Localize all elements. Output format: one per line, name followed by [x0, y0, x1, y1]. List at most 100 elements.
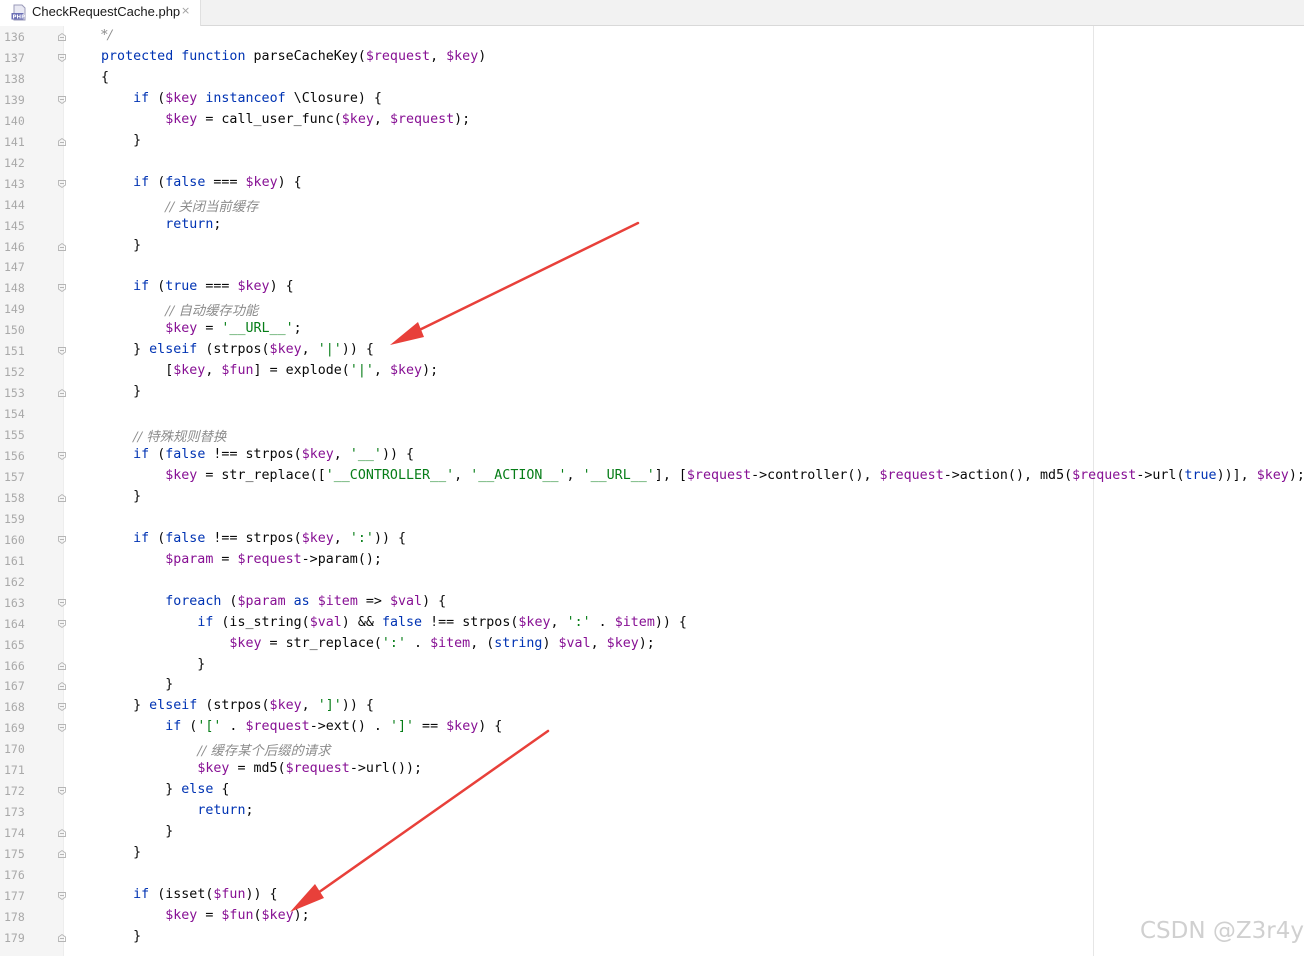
code-text[interactable]: } elseif (strpos($key, ']')) { — [101, 698, 374, 713]
code-text[interactable]: if ('[' . $request->ext() . ']' == $key)… — [101, 719, 502, 734]
code-text[interactable]: $key = str_replace(['__CONTROLLER__', '_… — [101, 468, 1304, 483]
code-text[interactable]: return; — [101, 217, 221, 232]
code-text[interactable]: return; — [101, 803, 254, 818]
code-line-169[interactable]: 169 if ('[' . $request->ext() . ']' == $… — [0, 718, 1304, 739]
fold-end-icon[interactable] — [57, 32, 67, 42]
fold-end-icon[interactable] — [57, 933, 67, 943]
code-text[interactable]: $key = $fun($key); — [101, 908, 310, 923]
code-line-172[interactable]: 172 } else { — [0, 781, 1304, 802]
code-text[interactable]: $param = $request->param(); — [101, 552, 382, 567]
code-line-151[interactable]: 151 } elseif (strpos($key, '|')) { — [0, 341, 1304, 362]
code-line-168[interactable]: 168 } elseif (strpos($key, ']')) { — [0, 697, 1304, 718]
fold-start-icon[interactable] — [57, 619, 67, 629]
fold-end-icon[interactable] — [57, 493, 67, 503]
code-line-159[interactable]: 159 — [0, 509, 1304, 530]
code-line-177[interactable]: 177 if (isset($fun)) { — [0, 886, 1304, 907]
code-line-157[interactable]: 157 $key = str_replace(['__CONTROLLER__'… — [0, 467, 1304, 488]
code-text[interactable]: if (false !== strpos($key, '__')) { — [101, 447, 414, 462]
fold-start-icon[interactable] — [57, 346, 67, 356]
code-text[interactable]: if (true === $key) { — [101, 279, 294, 294]
code-text[interactable]: } — [101, 657, 205, 672]
code-line-160[interactable]: 160 if (false !== strpos($key, ':')) { — [0, 530, 1304, 551]
fold-end-icon[interactable] — [57, 661, 67, 671]
code-line-171[interactable]: 171 $key = md5($request->url()); — [0, 760, 1304, 781]
code-text[interactable]: $key = str_replace(':' . $item, (string)… — [101, 636, 655, 651]
code-text[interactable]: if (false !== strpos($key, ':')) { — [101, 531, 406, 546]
fold-start-icon[interactable] — [57, 702, 67, 712]
code-line-141[interactable]: 141 } — [0, 132, 1304, 153]
code-line-164[interactable]: 164 if (is_string($val) && false !== str… — [0, 614, 1304, 635]
fold-end-icon[interactable] — [57, 849, 67, 859]
code-text[interactable]: } — [101, 238, 141, 253]
code-line-154[interactable]: 154 — [0, 404, 1304, 425]
code-line-161[interactable]: 161 $param = $request->param(); — [0, 551, 1304, 572]
fold-end-icon[interactable] — [57, 137, 67, 147]
code-line-137[interactable]: 137 protected function parseCacheKey($req… — [0, 48, 1304, 69]
code-text[interactable]: // 关闭当前缓存 — [101, 196, 258, 215]
close-icon[interactable]: × — [181, 4, 190, 17]
code-line-163[interactable]: 163 foreach ($param as $item => $val) { — [0, 593, 1304, 614]
fold-end-icon[interactable] — [57, 828, 67, 838]
code-line-175[interactable]: 175 } — [0, 844, 1304, 865]
code-text[interactable]: } — [101, 845, 141, 860]
code-text[interactable]: } else { — [101, 782, 229, 797]
fold-start-icon[interactable] — [57, 723, 67, 733]
code-line-140[interactable]: 140 $key = call_user_func($key, $request… — [0, 111, 1304, 132]
code-line-156[interactable]: 156 if (false !== strpos($key, '__')) { — [0, 446, 1304, 467]
code-line-174[interactable]: 174 } — [0, 823, 1304, 844]
fold-end-icon[interactable] — [57, 242, 67, 252]
code-text[interactable]: if (false === $key) { — [101, 175, 302, 190]
code-line-165[interactable]: 165 $key = str_replace(':' . $item, (str… — [0, 635, 1304, 656]
code-text[interactable]: foreach ($param as $item => $val) { — [101, 594, 446, 609]
code-line-167[interactable]: 167 } — [0, 676, 1304, 697]
code-text[interactable]: } — [101, 133, 141, 148]
code-text[interactable]: */ — [101, 28, 112, 43]
code-text[interactable]: [$key, $fun] = explode('|', $key); — [101, 363, 438, 378]
fold-start-icon[interactable] — [57, 786, 67, 796]
code-text[interactable]: { — [101, 70, 109, 85]
code-line-145[interactable]: 145 return; — [0, 216, 1304, 237]
tab-checkrequestcache[interactable]: PHP CheckRequestCache.php × — [0, 0, 201, 26]
code-text[interactable]: // 特殊规则替换 — [101, 426, 226, 445]
code-line-173[interactable]: 173 return; — [0, 802, 1304, 823]
code-text[interactable]: $key = md5($request->url()); — [101, 761, 422, 776]
code-line-152[interactable]: 152 [$key, $fun] = explode('|', $key); — [0, 362, 1304, 383]
code-line-143[interactable]: 143 if (false === $key) { — [0, 174, 1304, 195]
code-text[interactable]: if (isset($fun)) { — [101, 887, 278, 902]
code-line-170[interactable]: 170 // 缓存某个后缀的请求 — [0, 739, 1304, 760]
code-text[interactable]: if (is_string($val) && false !== strpos(… — [101, 615, 687, 630]
code-line-138[interactable]: 138 { — [0, 69, 1304, 90]
code-text[interactable]: $key = '__URL__'; — [101, 321, 302, 336]
code-text[interactable]: if ($key instanceof \Closure) { — [101, 91, 382, 106]
code-text[interactable]: } — [101, 384, 141, 399]
fold-start-icon[interactable] — [57, 891, 67, 901]
code-editor[interactable]: 136 */ 137 protected function parseCacheKey… — [0, 26, 1304, 956]
code-line-149[interactable]: 149 // 自动缓存功能 — [0, 299, 1304, 320]
code-text[interactable]: protected function parseCacheKey($reques… — [101, 49, 486, 64]
code-line-142[interactable]: 142 — [0, 153, 1304, 174]
code-line-162[interactable]: 162 — [0, 572, 1304, 593]
code-text[interactable]: } — [101, 929, 141, 944]
code-text[interactable]: } — [101, 824, 173, 839]
code-line-178[interactable]: 178 $key = $fun($key); — [0, 907, 1304, 928]
code-text[interactable]: } — [101, 489, 141, 504]
fold-start-icon[interactable] — [57, 95, 67, 105]
code-line-150[interactable]: 150 $key = '__URL__'; — [0, 320, 1304, 341]
fold-start-icon[interactable] — [57, 283, 67, 293]
code-line-146[interactable]: 146 } — [0, 237, 1304, 258]
fold-end-icon[interactable] — [57, 681, 67, 691]
code-text[interactable]: // 自动缓存功能 — [101, 300, 258, 319]
code-line-155[interactable]: 155 // 特殊规则替换 — [0, 425, 1304, 446]
code-line-144[interactable]: 144 // 关闭当前缓存 — [0, 195, 1304, 216]
fold-start-icon[interactable] — [57, 451, 67, 461]
code-text[interactable]: } — [101, 677, 173, 692]
code-line-148[interactable]: 148 if (true === $key) { — [0, 278, 1304, 299]
code-line-179[interactable]: 179 } — [0, 928, 1304, 949]
fold-end-icon[interactable] — [57, 388, 67, 398]
code-text[interactable]: } elseif (strpos($key, '|')) { — [101, 342, 374, 357]
fold-start-icon[interactable] — [57, 598, 67, 608]
code-line-139[interactable]: 139 if ($key instanceof \Closure) { — [0, 90, 1304, 111]
code-line-153[interactable]: 153 } — [0, 383, 1304, 404]
fold-start-icon[interactable] — [57, 535, 67, 545]
fold-start-icon[interactable] — [57, 179, 67, 189]
